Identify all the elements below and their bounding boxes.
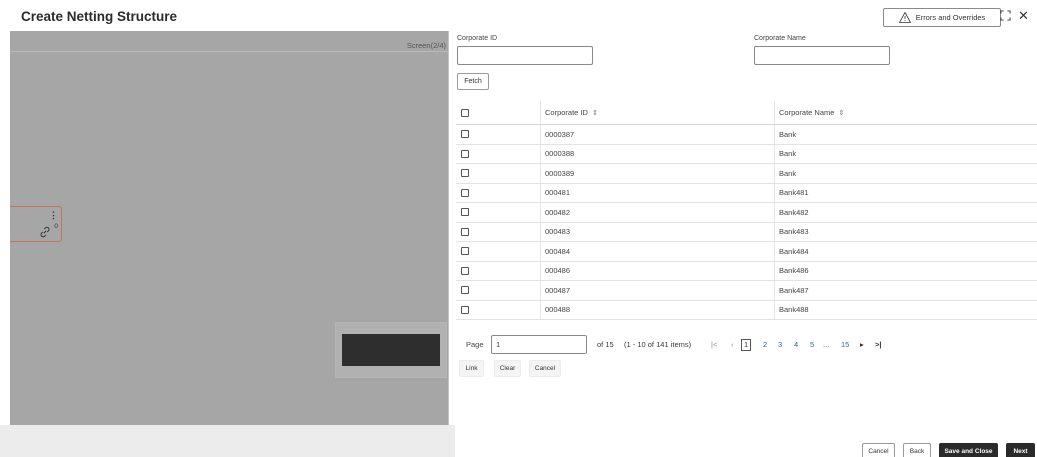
cell-corporate-name: Bank (774, 164, 1037, 183)
link-button[interactable]: Link (459, 360, 484, 377)
row-checkbox[interactable] (461, 286, 469, 295)
cell-corporate-name: Bank488 (774, 300, 1037, 319)
page-3-link[interactable]: 3 (778, 335, 782, 354)
cell-corporate-id: 000487 (540, 281, 774, 300)
next-button[interactable]: Next (1006, 443, 1035, 457)
cell-corporate-id: 0000387 (540, 125, 774, 144)
page-ellipsis: ... (823, 340, 830, 349)
table-row[interactable]: 000484 Bank484 (456, 242, 1037, 262)
cell-corporate-id: 000481 (540, 183, 774, 202)
first-page-icon[interactable]: |< (711, 335, 717, 354)
cell-corporate-name: Bank486 (774, 261, 1037, 280)
table-header-row: Corporate ID ⇕ Corporate Name ⇕ (456, 101, 1037, 125)
save-and-close-button[interactable]: Save and Close (939, 443, 998, 457)
sort-icon[interactable]: ⇕ (592, 109, 598, 117)
table-row[interactable]: 000487 Bank487 (456, 281, 1037, 301)
last-page-icon[interactable]: >| (875, 335, 881, 354)
cell-corporate-id: 0000389 (540, 164, 774, 183)
column-header-corporate-id[interactable]: Corporate ID ⇕ (540, 101, 774, 124)
page-label: Page (466, 340, 484, 349)
column-header-label: Corporate ID (545, 108, 588, 117)
table-row[interactable]: 000483 Bank483 (456, 222, 1037, 242)
structure-node[interactable]: ⋮ 0 (10, 206, 62, 242)
row-checkbox[interactable] (461, 227, 469, 236)
row-checkbox[interactable] (461, 149, 469, 158)
cell-corporate-name: Bank487 (774, 281, 1037, 300)
page-1-link[interactable]: 1 (741, 338, 752, 351)
link-count: 0 (54, 223, 58, 230)
clear-button[interactable]: Clear (494, 360, 521, 377)
page-title: Create Netting Structure (21, 9, 178, 24)
row-checkbox[interactable] (461, 188, 469, 197)
table-row[interactable]: 0000387 Bank (456, 125, 1037, 145)
page-number-input[interactable]: 1 (491, 335, 587, 354)
page-4-link[interactable]: 4 (794, 335, 798, 354)
minimap-viewport[interactable] (342, 334, 440, 366)
cell-corporate-name: Bank (774, 144, 1037, 163)
row-checkbox[interactable] (461, 208, 469, 217)
cell-corporate-name: Bank484 (774, 242, 1037, 261)
cell-corporate-id: 000483 (540, 222, 774, 241)
close-icon[interactable]: ✕ (1018, 9, 1029, 22)
pagination-label: Page (466, 335, 484, 354)
table-row[interactable]: 0000389 Bank (456, 164, 1037, 184)
cell-corporate-name: Bank481 (774, 183, 1037, 202)
cell-corporate-id: 0000388 (540, 144, 774, 163)
table-row[interactable]: 000481 Bank481 (456, 183, 1037, 203)
corporate-name-input[interactable] (754, 46, 890, 65)
warning-icon (898, 12, 911, 23)
header: Create Netting Structure Errors and Over… (0, 0, 1037, 32)
back-button[interactable]: Back (903, 443, 931, 457)
column-header-label: Corporate Name (779, 108, 835, 117)
link-icon[interactable] (39, 226, 51, 238)
canvas-minimap[interactable] (335, 322, 447, 378)
cell-corporate-id: 000488 (540, 300, 774, 319)
corporate-table: Corporate ID ⇕ Corporate Name ⇕ 0000387 Ba… (456, 101, 1037, 320)
kebab-menu-icon[interactable]: ⋮ (49, 211, 58, 220)
row-checkbox[interactable] (461, 247, 469, 256)
page-5-link[interactable]: 5 (810, 335, 814, 354)
table-row[interactable]: 000486 Bank486 (456, 261, 1037, 281)
cell-corporate-id: 000486 (540, 261, 774, 280)
cell-corporate-id: 000484 (540, 242, 774, 261)
corporate-name-label: Corporate Name (754, 35, 806, 42)
cell-corporate-name: Bank482 (774, 203, 1037, 222)
column-header-corporate-name[interactable]: Corporate Name ⇕ (774, 101, 1037, 124)
select-all-checkbox[interactable] (461, 108, 469, 117)
cell-corporate-id: 000482 (540, 203, 774, 222)
next-page-icon[interactable]: ▸ (860, 335, 864, 354)
table-row[interactable]: 0000388 Bank (456, 144, 1037, 164)
row-checkbox[interactable] (461, 305, 469, 314)
row-checkbox[interactable] (461, 266, 469, 275)
errors-and-overrides-button[interactable]: Errors and Overrides (883, 8, 1001, 27)
prev-page-icon[interactable]: ‹ (731, 335, 734, 354)
items-count: (1 - 10 of 141 items) (624, 340, 692, 349)
row-checkbox[interactable] (461, 130, 469, 139)
sort-icon[interactable]: ⇕ (838, 109, 844, 117)
page-count: of 15 (597, 340, 614, 349)
corporate-id-label: Corporate ID (457, 35, 498, 42)
canvas-footer-area (0, 425, 455, 457)
cancel-button[interactable]: Cancel (862, 443, 895, 457)
cell-corporate-name: Bank (774, 125, 1037, 144)
cell-corporate-name: Bank483 (774, 222, 1037, 241)
row-checkbox[interactable] (461, 169, 469, 178)
errors-and-overrides-label: Errors and Overrides (915, 13, 986, 22)
page-15-link[interactable]: 15 (841, 335, 849, 354)
structure-canvas[interactable]: Screen(2/4) ⋮ 0 (10, 31, 449, 425)
fetch-button[interactable]: Fetch (457, 73, 489, 90)
canvas-divider (10, 51, 448, 52)
cancel-action-button[interactable]: Cancel (529, 360, 561, 377)
table-row[interactable]: 000482 Bank482 (456, 203, 1037, 223)
table-row[interactable]: 000488 Bank488 (456, 300, 1037, 320)
expand-icon[interactable] (1000, 10, 1011, 21)
screen-indicator: Screen(2/4) (406, 41, 446, 50)
corporate-id-input[interactable] (457, 46, 593, 65)
page-2-link[interactable]: 2 (763, 335, 767, 354)
